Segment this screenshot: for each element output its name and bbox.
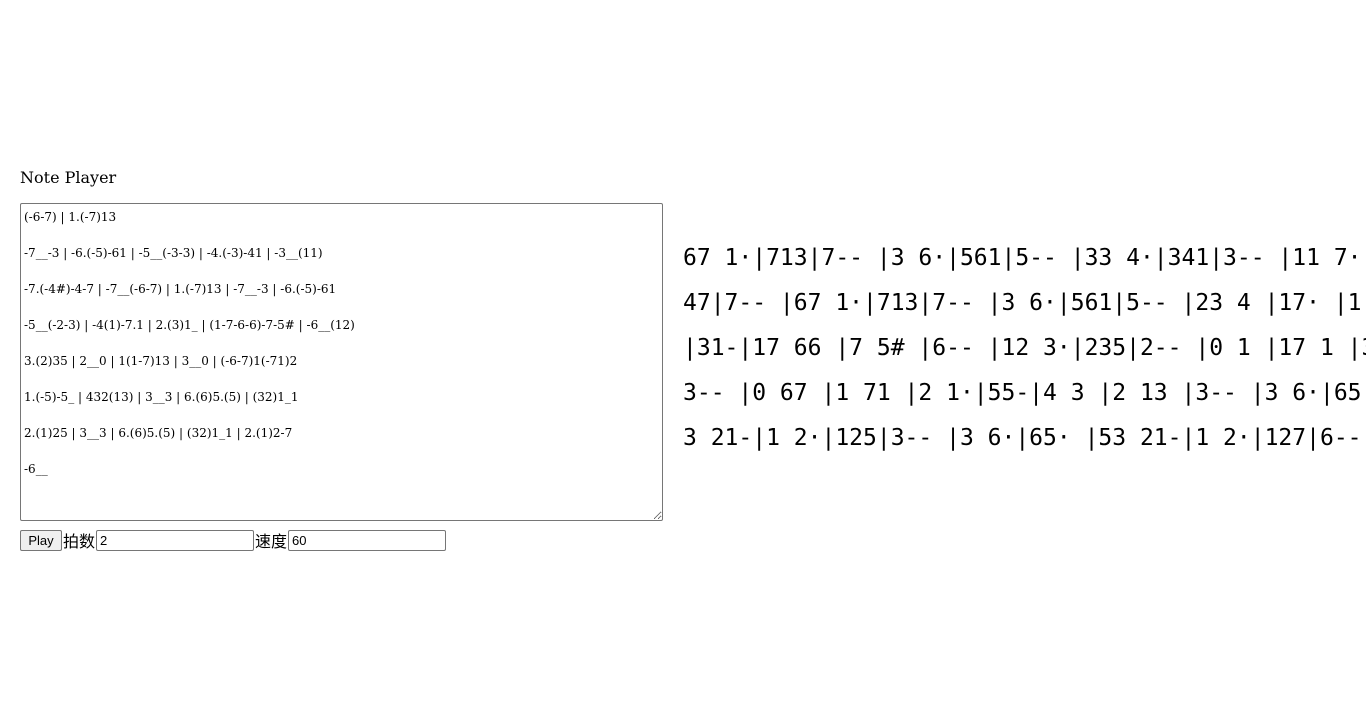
score-line-3: |31-|17 66 |7 5# |6-- |12 3·|235|2-- |0 …: [683, 335, 1366, 361]
jianpu-score: 67 1·|713|7-- |3 6·|561|5-- |33 4·|341|3…: [683, 236, 1366, 461]
beats-label: 拍数: [63, 532, 96, 551]
play-button[interactable]: Play: [20, 529, 62, 551]
page-title: Note Player: [20, 168, 117, 187]
notes-textarea[interactable]: [20, 203, 663, 521]
score-line-5: 3 21-|1 2·|125|3-- |3 6·|65· |53 21-|1 2…: [683, 425, 1362, 451]
score-line-1: 67 1·|713|7-- |3 6·|561|5-- |33 4·|341|3…: [683, 245, 1366, 271]
tempo-input[interactable]: [288, 529, 447, 551]
score-line-4: 3-- |0 67 |1 71 |2 1·|55-|4 3 |2 13 |3--…: [683, 380, 1366, 406]
controls-bar: Play 拍数 速度: [20, 529, 447, 551]
beats-input[interactable]: [96, 529, 255, 551]
tempo-label: 速度: [255, 532, 288, 551]
score-line-2: 47|7-- |67 1·|713|7-- |3 6·|561|5-- |23 …: [683, 290, 1366, 316]
